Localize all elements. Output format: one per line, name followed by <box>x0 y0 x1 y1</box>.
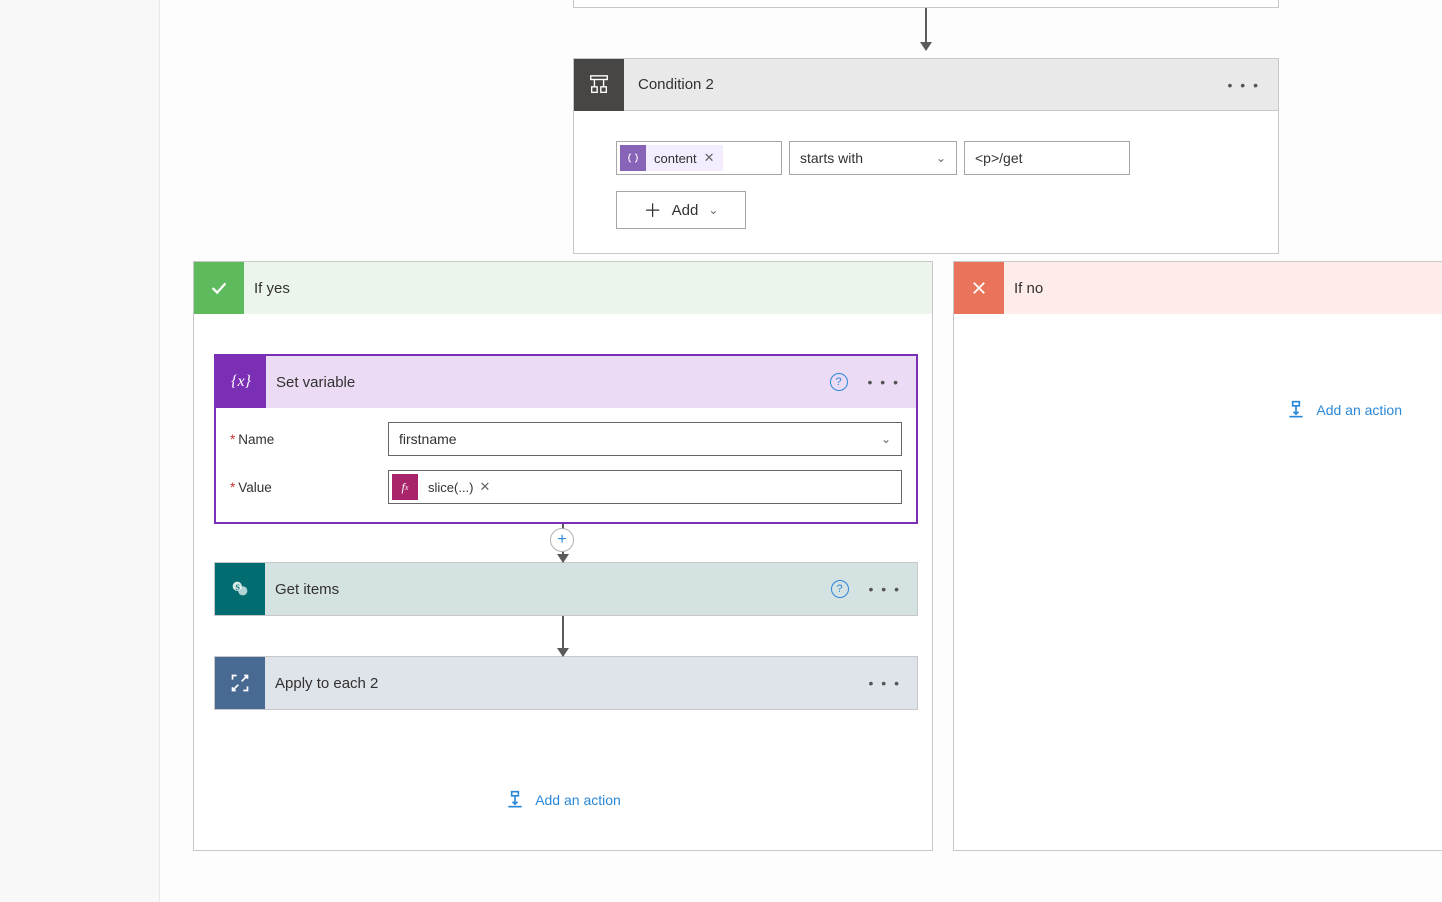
dynamic-content-icon <box>620 145 646 171</box>
get-items-header[interactable]: S Get items ? • • • <box>215 563 917 615</box>
add-condition-button[interactable]: ＋ Add ⌄ <box>616 191 746 229</box>
variable-value-input[interactable]: fx slice(...) ✕ <box>388 470 902 504</box>
operator-value: starts with <box>800 150 863 166</box>
operator-select[interactable]: starts with ⌄ <box>789 141 957 175</box>
close-icon <box>954 262 1004 314</box>
condition-icon <box>574 59 624 111</box>
apply-to-each-header[interactable]: Apply to each 2 • • • <box>215 657 917 709</box>
check-icon <box>194 262 244 314</box>
condition-body: content ✕ starts with ⌄ <p>/get ＋ Add ⌄ <box>574 111 1278 253</box>
more-menu-icon[interactable]: • • • <box>869 581 901 597</box>
set-variable-header[interactable]: {x} Set variable ? • • • <box>216 356 916 408</box>
variable-name-select[interactable]: firstname ⌄ <box>388 422 902 456</box>
set-variable-title: Set variable <box>266 374 355 391</box>
flow-canvas: Condition 2 • • • content ✕ <box>160 0 1442 902</box>
value-label: *Value <box>230 480 388 495</box>
sharepoint-icon: S <box>215 563 265 615</box>
if-no-title: If no <box>1004 280 1043 297</box>
get-items-title: Get items <box>265 581 339 598</box>
chevron-down-icon: ⌄ <box>881 432 891 446</box>
condition-row: content ✕ starts with ⌄ <p>/get <box>616 141 1236 175</box>
variable-icon: {x} <box>216 356 266 408</box>
add-action-button[interactable]: Add an action <box>214 790 912 810</box>
add-action-button[interactable]: Add an action <box>1286 400 1402 420</box>
fx-icon: fx <box>392 474 418 500</box>
condition-header[interactable]: Condition 2 • • • <box>574 59 1278 111</box>
add-action-label: Add an action <box>535 792 621 808</box>
connector <box>562 616 564 656</box>
if-no-body: Add an action <box>954 314 1442 462</box>
condition-value-input[interactable]: <p>/get <box>964 141 1130 175</box>
condition-left-operand[interactable]: content ✕ <box>616 141 782 175</box>
if-yes-header[interactable]: If yes <box>194 262 932 314</box>
add-label: Add <box>672 202 699 219</box>
apply-to-each-title: Apply to each 2 <box>265 675 378 692</box>
name-label: *Name <box>230 432 388 447</box>
content-token[interactable]: content ✕ <box>620 145 723 171</box>
if-yes-body: {x} Set variable ? • • • *Name firstname <box>194 314 932 850</box>
condition-title: Condition 2 <box>624 76 714 93</box>
variable-name-value: firstname <box>399 431 457 447</box>
previous-action-stub <box>573 0 1279 8</box>
set-variable-body: *Name firstname ⌄ *Value fx sl <box>216 408 916 522</box>
more-menu-icon[interactable]: • • • <box>869 675 901 691</box>
if-yes-title: If yes <box>244 280 290 297</box>
chevron-down-icon: ⌄ <box>708 203 718 217</box>
help-icon[interactable]: ? <box>831 580 849 598</box>
branches-container: If yes {x} Set variable ? • • • <box>193 261 1442 851</box>
more-menu-icon[interactable]: • • • <box>1228 77 1260 93</box>
if-yes-branch: If yes {x} Set variable ? • • • <box>193 261 933 851</box>
insert-step-button[interactable]: + <box>550 528 574 552</box>
expression-label: slice(...) <box>418 480 480 495</box>
remove-expression-icon[interactable]: ✕ <box>480 479 491 495</box>
connector: + <box>562 524 564 562</box>
token-label: content <box>654 151 697 166</box>
svg-text:S: S <box>235 583 240 592</box>
connector-arrow <box>925 8 927 50</box>
if-no-header[interactable]: If no <box>954 262 1442 314</box>
condition-value-text: <p>/get <box>975 150 1023 166</box>
apply-to-each-card[interactable]: Apply to each 2 • • • <box>214 656 918 710</box>
condition-card[interactable]: Condition 2 • • • content ✕ <box>573 58 1279 254</box>
set-variable-card[interactable]: {x} Set variable ? • • • *Name firstname <box>214 354 918 524</box>
add-action-label: Add an action <box>1316 402 1402 418</box>
chevron-down-icon: ⌄ <box>936 151 946 165</box>
loop-icon <box>215 657 265 709</box>
plus-icon: ＋ <box>644 197 662 223</box>
if-no-branch: If no Add an action <box>953 261 1442 851</box>
more-menu-icon[interactable]: • • • <box>868 374 900 390</box>
get-items-card[interactable]: S Get items ? • • • <box>214 562 918 616</box>
remove-token-icon[interactable]: ✕ <box>704 150 715 166</box>
help-icon[interactable]: ? <box>830 373 848 391</box>
expression-token[interactable]: fx slice(...) ✕ <box>392 474 496 500</box>
left-panel <box>0 0 160 902</box>
